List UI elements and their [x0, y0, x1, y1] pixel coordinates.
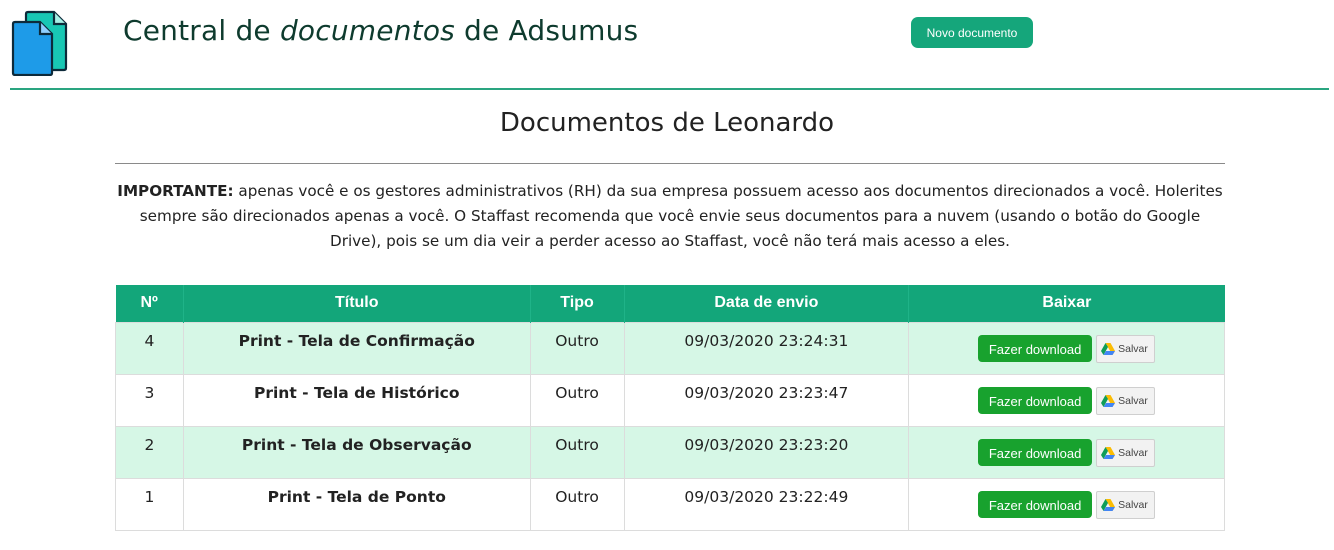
header-divider	[10, 88, 1329, 90]
column-header-type: Tipo	[530, 285, 625, 322]
row-date: 09/03/2020 23:23:47	[623, 373, 910, 427]
notice-label: IMPORTANTE:	[117, 182, 234, 200]
download-button[interactable]: Fazer download	[978, 387, 1093, 414]
row-number: 2	[115, 425, 184, 479]
title-divider	[115, 163, 1225, 164]
row-actions: Fazer download Salvar	[908, 373, 1225, 427]
new-document-button[interactable]: Novo documento	[911, 17, 1033, 48]
documents-table: Nº Título Tipo Data de envio Baixar 4 Pr…	[115, 285, 1225, 531]
save-to-drive-button[interactable]: Salvar	[1096, 438, 1156, 467]
column-header-date: Data de envio	[624, 285, 910, 322]
top-bar: Central de documentos de Adsumus Novo do…	[0, 0, 1334, 92]
column-header-number: Nº	[115, 285, 184, 322]
row-title: Print - Tela de Confirmação	[182, 321, 531, 375]
row-date: 09/03/2020 23:23:20	[623, 425, 910, 479]
row-title: Print - Tela de Observação	[182, 425, 531, 479]
google-drive-icon	[1101, 446, 1116, 459]
save-to-drive-button[interactable]: Salvar	[1096, 490, 1156, 519]
row-date: 09/03/2020 23:22:49	[623, 477, 910, 531]
row-type: Outro	[529, 321, 625, 375]
notice-text: apenas você e os gestores administrativo…	[139, 182, 1223, 250]
download-button[interactable]: Fazer download	[978, 335, 1093, 362]
row-number: 4	[115, 321, 184, 375]
table-row: 1 Print - Tela de Ponto Outro 09/03/2020…	[115, 477, 1225, 531]
google-drive-icon	[1101, 394, 1116, 407]
row-title: Print - Tela de Ponto	[182, 477, 531, 531]
row-actions: Fazer download Salvar	[908, 477, 1225, 531]
row-type: Outro	[529, 477, 625, 531]
row-number: 1	[115, 477, 184, 531]
table-row: 4 Print - Tela de Confirmação Outro 09/0…	[115, 321, 1225, 375]
save-label: Salvar	[1118, 342, 1148, 355]
google-drive-icon	[1101, 342, 1116, 355]
row-actions: Fazer download Salvar	[908, 425, 1225, 479]
download-button[interactable]: Fazer download	[978, 491, 1093, 518]
row-type: Outro	[529, 373, 625, 427]
save-label: Salvar	[1118, 498, 1148, 511]
documents-icon	[11, 10, 68, 76]
app-title-suffix: de Adsumus	[454, 14, 639, 47]
row-title: Print - Tela de Histórico	[182, 373, 531, 427]
save-to-drive-button[interactable]: Salvar	[1096, 334, 1156, 363]
google-drive-icon	[1101, 498, 1116, 511]
column-header-download: Baixar	[908, 285, 1225, 322]
app-title-emphasis: documentos	[279, 14, 455, 47]
column-header-title: Título	[183, 285, 531, 322]
table-row: 3 Print - Tela de Histórico Outro 09/03/…	[115, 373, 1225, 427]
row-number: 3	[115, 373, 184, 427]
row-actions: Fazer download Salvar	[908, 321, 1225, 375]
important-notice: IMPORTANTE: apenas você e os gestores ad…	[112, 179, 1228, 254]
row-type: Outro	[529, 425, 625, 479]
app-title-prefix: Central de	[123, 14, 280, 47]
download-button[interactable]: Fazer download	[978, 439, 1093, 466]
table-header-row: Nº Título Tipo Data de envio Baixar	[115, 285, 1225, 322]
table-row: 2 Print - Tela de Observação Outro 09/03…	[115, 425, 1225, 479]
save-label: Salvar	[1118, 446, 1148, 459]
app-title: Central de documentos de Adsumus	[123, 14, 638, 47]
page-title: Documentos de Leonardo	[499, 108, 835, 138]
row-date: 09/03/2020 23:24:31	[623, 321, 910, 375]
save-label: Salvar	[1118, 394, 1148, 407]
save-to-drive-button[interactable]: Salvar	[1096, 386, 1156, 415]
